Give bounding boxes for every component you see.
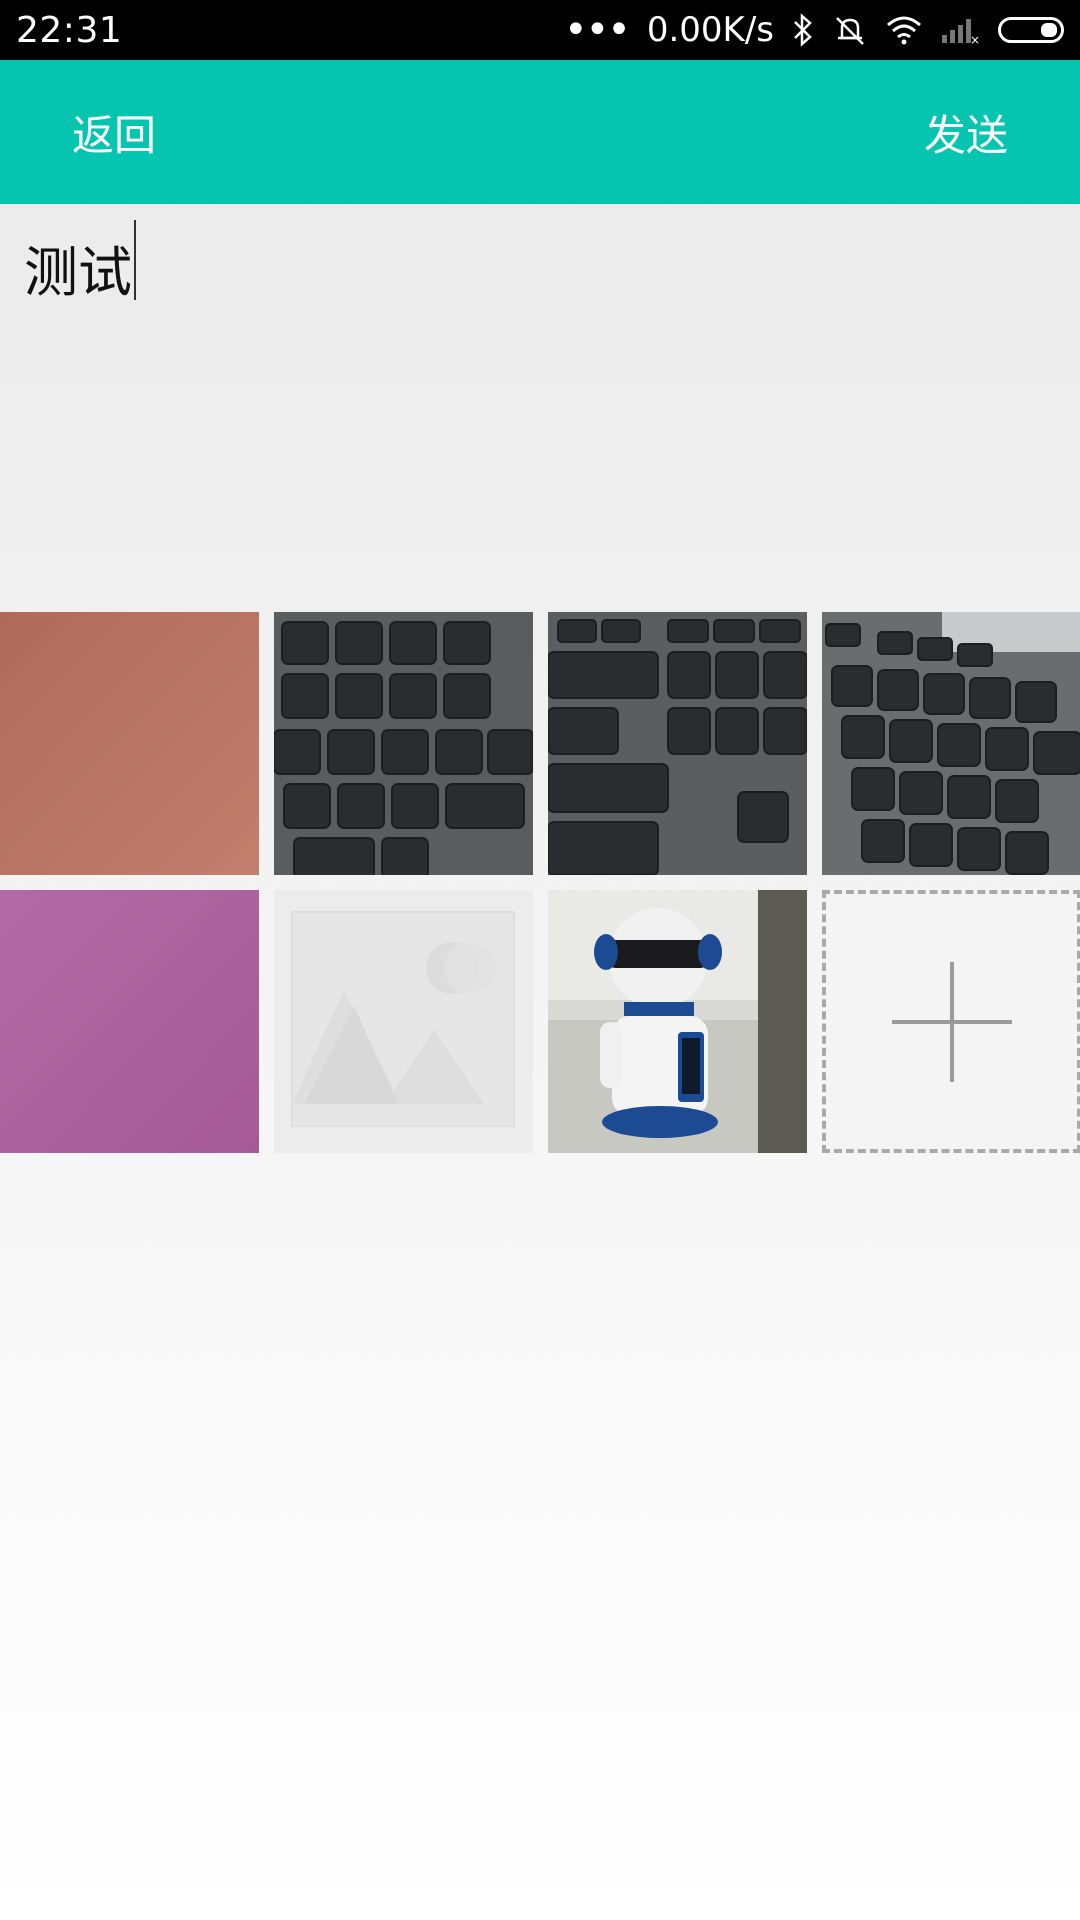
svg-text:×: × [970,33,980,45]
text-cursor [134,220,136,300]
app-bar: 返回 发送 [0,60,1080,204]
signal-icon: × [940,15,980,45]
photo-robot[interactable] [548,890,807,1153]
battery-icon [998,17,1064,43]
bluetooth-icon [792,13,814,47]
photo-keyboard-3[interactable] [822,612,1080,875]
status-time: 22:31 [16,9,123,51]
network-speed: 0.00K/s [646,10,774,50]
wifi-icon [886,15,922,45]
plus-icon [891,961,1012,1082]
photo-red-fabric[interactable] [0,612,259,875]
back-button[interactable]: 返回 [72,102,156,163]
more-dots-icon: ••• [564,7,631,53]
send-button[interactable]: 发送 [924,102,1008,163]
photo-placeholder[interactable] [274,890,533,1153]
photo-keyboard-2[interactable] [548,612,807,875]
status-bar: 22:31 ••• 0.00K/s × [0,0,1080,60]
photo-purple-fabric[interactable] [0,890,259,1153]
photo-keyboard-1[interactable] [274,612,533,875]
add-photo-button[interactable] [822,890,1080,1153]
compose-text: 测试 [24,241,132,304]
status-icons: ••• 0.00K/s × [564,7,1064,53]
compose-text-input[interactable]: 测试 [24,220,1056,528]
mute-icon [832,12,868,48]
